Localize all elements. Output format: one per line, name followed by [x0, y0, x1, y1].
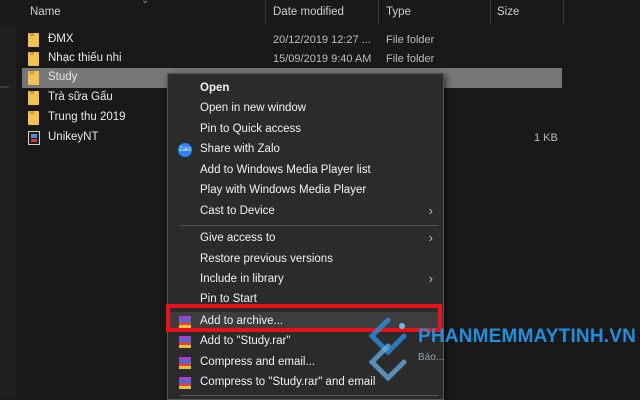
menu-item-label: Open [200, 82, 230, 94]
watermark-brand: PHANMEMMAYTINH.VN [418, 326, 637, 347]
menu-item-label: Share with Zalo [200, 143, 280, 155]
folder-icon [28, 71, 39, 85]
menu-item-label: Add to "Study.rar" [200, 335, 291, 347]
file-size: 1 KB [534, 132, 558, 144]
shortcut-exe-icon [28, 131, 40, 145]
navigation-pane-edge [0, 26, 16, 398]
column-divider[interactable] [563, 0, 564, 24]
folder-icon [28, 91, 39, 105]
menu-item-label: Add to Windows Media Player list [200, 164, 371, 176]
file-type: File folder [386, 53, 435, 65]
file-name: Nhạc thiếu nhi [48, 52, 122, 64]
sort-caret-icon[interactable]: ⌄ [141, 0, 149, 6]
file-row[interactable]: ĐMX 20/12/2019 12:27 ... File folder [22, 30, 562, 50]
menu-item-add-wmp-list[interactable]: Add to Windows Media Player list [168, 161, 443, 181]
menu-item-label: Pin to Quick access [200, 123, 301, 135]
chevron-right-icon: › [428, 230, 433, 245]
menu-item-open[interactable]: Open [168, 79, 443, 99]
column-header-bar: ⌄ Name Date modified Type Size [0, 0, 640, 26]
menu-item-label: Restore previous versions [200, 253, 333, 265]
folder-icon [28, 33, 39, 47]
menu-item-share-zalo[interactable]: Zalo Share with Zalo [168, 140, 443, 160]
file-row[interactable]: Nhạc thiếu nhi 15/09/2019 9:40 AM File f… [22, 49, 562, 69]
folder-icon [28, 111, 39, 125]
column-header-date[interactable]: Date modified [273, 6, 344, 18]
file-type: File folder [386, 34, 435, 46]
menu-item-label: Open in new window [200, 102, 307, 114]
menu-item-restore-versions[interactable]: Restore previous versions [168, 250, 443, 270]
nav-divider [0, 86, 9, 88]
file-name: ĐMX [48, 33, 74, 45]
menu-item-cast-device[interactable]: Cast to Device › [168, 202, 443, 222]
zalo-icon: Zalo [178, 143, 192, 157]
winrar-icon [179, 377, 191, 389]
menu-item-label: Play with Windows Media Player [200, 184, 367, 196]
menu-item-label: Give access to [200, 232, 276, 244]
column-divider[interactable] [378, 0, 379, 24]
menu-item-open-new-window[interactable]: Open in new window [168, 99, 443, 119]
file-date: 20/12/2019 12:27 ... [273, 34, 371, 46]
column-divider[interactable] [490, 0, 491, 24]
column-header-type[interactable]: Type [386, 6, 411, 18]
file-name: Trà sữa Gấu [48, 91, 113, 103]
winrar-icon [179, 336, 191, 348]
watermark: PHANMEMMAYTINH.VN Báo... [358, 316, 638, 398]
chevron-right-icon: › [428, 271, 433, 286]
column-header-name[interactable]: Name [30, 6, 61, 18]
file-name: Study [48, 71, 78, 83]
watermark-tagline: Báo... [418, 352, 445, 363]
winrar-icon [179, 357, 191, 369]
menu-item-play-wmp[interactable]: Play with Windows Media Player [168, 181, 443, 201]
column-header-size[interactable]: Size [497, 6, 519, 18]
menu-item-label: Include in library [200, 273, 284, 285]
file-name: Trung thu 2019 [48, 111, 126, 123]
chevron-right-icon: › [428, 203, 433, 218]
menu-item-label: Compress and email... [200, 356, 316, 368]
menu-item-give-access[interactable]: Give access to › [168, 229, 443, 249]
menu-separator [180, 225, 438, 226]
folder-icon [28, 52, 39, 66]
menu-item-label: Cast to Device [200, 205, 275, 217]
file-date: 15/09/2019 9:40 AM [273, 53, 372, 65]
menu-item-pin-quick-access[interactable]: Pin to Quick access [168, 120, 443, 140]
brand-logo-icon [368, 317, 407, 382]
menu-item-include-library[interactable]: Include in library › [168, 270, 443, 290]
file-name: UnikeyNT [48, 131, 99, 143]
column-divider[interactable] [265, 0, 266, 24]
menu-item-label: Compress to "Study.rar" and email [200, 376, 376, 388]
